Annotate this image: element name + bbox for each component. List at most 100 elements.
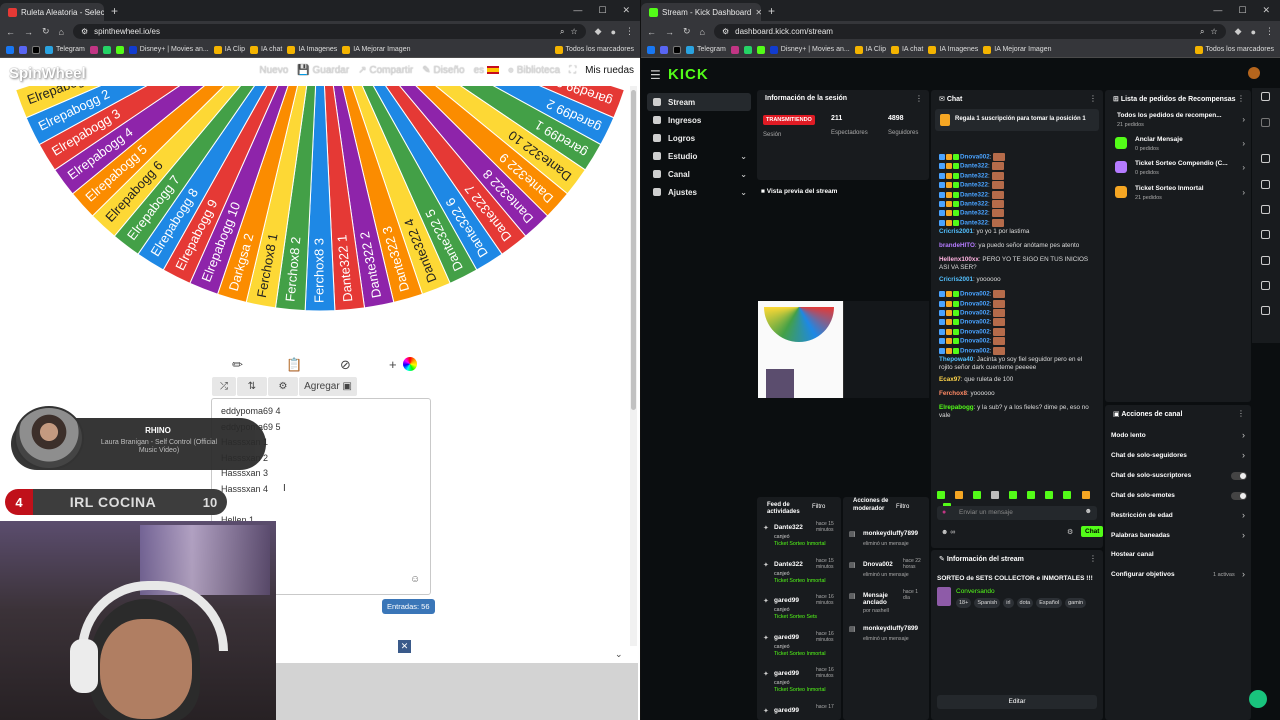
channel-action-3[interactable]: Chat de solo-emotes xyxy=(1111,492,1175,499)
edit-stream-button[interactable]: Editar xyxy=(937,695,1097,709)
rewards-menu-icon[interactable]: ⋮ xyxy=(1237,94,1245,103)
activity-user[interactable]: gared99 xyxy=(774,670,799,677)
chevron-down-icon[interactable]: ⌄ xyxy=(740,152,747,161)
chevron-right-icon[interactable]: › xyxy=(1242,188,1245,197)
list-icon[interactable] xyxy=(1261,256,1270,265)
chat-username[interactable]: Dante322 xyxy=(960,182,988,189)
close-ad-icon[interactable]: ✕ xyxy=(398,640,411,653)
channel-action-6[interactable]: Hostear canal xyxy=(1111,551,1154,558)
page-scrollbar-thumb[interactable] xyxy=(631,90,636,410)
my-wheels-button[interactable]: Mis ruedas xyxy=(585,65,634,76)
chat-username[interactable]: Hellenx100xx xyxy=(939,256,979,263)
tool-icon[interactable] xyxy=(1261,154,1270,163)
reward-name[interactable]: Todos los pedidos de recompen... xyxy=(1117,112,1222,119)
instagram-icon[interactable] xyxy=(730,45,739,54)
forward-icon[interactable]: → xyxy=(665,27,674,37)
stream-info-menu-icon[interactable]: ⋮ xyxy=(1089,554,1097,563)
stream-tag[interactable]: irl xyxy=(1003,598,1014,608)
back-icon[interactable]: ← xyxy=(6,27,15,37)
nav-item-ingresos[interactable]: Ingresos xyxy=(647,111,751,129)
bookmark-ia-clip[interactable]: IA Clip xyxy=(854,45,886,54)
home-icon[interactable]: ⌂ xyxy=(700,27,705,37)
bookmark-ia-imagenes[interactable]: IA Imagenes xyxy=(287,45,337,54)
site-info-icon[interactable]: ⚙ xyxy=(81,27,88,36)
nav-item-estudio[interactable]: Estudio ⌄ xyxy=(647,147,751,165)
reload-icon[interactable]: ↻ xyxy=(42,26,50,37)
share-button[interactable]: ↗ Compartir xyxy=(358,65,413,76)
minimize-icon[interactable]: — xyxy=(573,5,582,16)
chevron-right-icon[interactable]: › xyxy=(1242,430,1245,440)
reload-icon[interactable]: ↻ xyxy=(683,26,691,37)
nav-item-stream[interactable]: Stream xyxy=(647,93,751,111)
x-icon[interactable] xyxy=(673,45,681,54)
nav-item-logros[interactable]: Logros xyxy=(647,129,751,147)
chat-username[interactable]: Dnova002 xyxy=(960,291,990,298)
shuffle-button[interactable]: ⤮ xyxy=(212,377,236,396)
kick-logo[interactable]: KICK xyxy=(668,66,709,83)
chat-username[interactable]: Dante322 xyxy=(960,219,988,226)
chevron-right-icon[interactable]: › xyxy=(1242,163,1245,172)
back-icon[interactable]: ← xyxy=(647,27,656,37)
chat-username[interactable]: Dnova002 xyxy=(960,319,990,326)
bookmark-telegram[interactable]: Telegram xyxy=(686,45,726,54)
chat-username[interactable]: Dnova002 xyxy=(960,328,990,335)
chat-username[interactable]: Elrepabogg xyxy=(939,404,974,411)
chat-username[interactable]: brandeHITO xyxy=(939,242,975,249)
chat-user-icon[interactable]: ☻ ∞ xyxy=(941,529,955,536)
language-select[interactable]: es xyxy=(474,65,499,76)
close-window-icon[interactable]: ✕ xyxy=(1262,5,1270,16)
add-color-icon[interactable]: + xyxy=(389,357,397,372)
shield-icon[interactable] xyxy=(1261,306,1270,315)
chat-username[interactable]: Dante322 xyxy=(960,163,988,170)
activity-user[interactable]: Dante322 xyxy=(774,561,803,568)
kick-icon[interactable] xyxy=(756,45,765,54)
activity-user[interactable]: gared99 xyxy=(774,634,799,641)
close-tab-icon[interactable]: ✕ xyxy=(755,8,761,17)
add-button[interactable]: Agregar ▣ xyxy=(299,377,357,396)
nav-item-canal[interactable]: Canal ⌄ xyxy=(647,165,751,183)
chat-username[interactable]: Cricris2001 xyxy=(939,228,973,235)
channel-action-2[interactable]: Chat de solo-suscriptores xyxy=(1111,472,1191,479)
facebook-icon[interactable] xyxy=(647,45,655,54)
toggle-switch[interactable] xyxy=(1231,491,1247,500)
stream-preview-video[interactable] xyxy=(758,301,929,398)
emoji-icon[interactable]: ☺ xyxy=(410,574,420,585)
home-icon[interactable]: ⌂ xyxy=(59,27,64,37)
chat-username[interactable]: Ecax97 xyxy=(939,376,961,383)
maximize-icon[interactable]: ☐ xyxy=(1238,5,1246,16)
chat-username[interactable]: Dante322 xyxy=(960,191,988,198)
chevron-down-icon[interactable]: ⌄ xyxy=(740,188,747,197)
chevron-right-icon[interactable]: › xyxy=(1242,450,1245,460)
bookmark-ia-chat[interactable]: IA chat xyxy=(249,45,282,54)
chat-username[interactable]: Dante322 xyxy=(960,210,988,217)
menu-dots-icon[interactable]: ⋮ xyxy=(625,26,634,37)
chevron-right-icon[interactable]: › xyxy=(1242,569,1245,579)
chat-username[interactable]: Dnova002 xyxy=(960,300,990,307)
stream-tag[interactable]: dota xyxy=(1016,598,1034,608)
user-avatar[interactable] xyxy=(1248,67,1260,79)
bookmark-ia-chat[interactable]: IA chat xyxy=(890,45,923,54)
extensions-icon[interactable]: ◆ xyxy=(595,26,602,37)
chat-send-button[interactable]: Chat xyxy=(1081,526,1104,537)
sort-button[interactable]: ⇅ xyxy=(237,377,267,396)
library-button[interactable]: ● Biblioteca xyxy=(508,65,560,76)
key-icon[interactable] xyxy=(1261,281,1270,290)
stream-category[interactable]: Conversando xyxy=(956,588,995,595)
chevron-down-icon[interactable]: ⌄ xyxy=(615,649,623,660)
tool-icon[interactable] xyxy=(1261,92,1270,101)
channel-action-4[interactable]: Restricción de edad xyxy=(1111,512,1173,519)
chevron-right-icon[interactable]: › xyxy=(1242,139,1245,148)
profile-icon[interactable]: ● xyxy=(1251,27,1256,37)
chat-username[interactable]: Dante322 xyxy=(960,201,988,208)
url-field[interactable]: ⚙ dashboard.kick.com/stream ⌕ ☆ xyxy=(713,24,1226,39)
mod-user[interactable]: monkeydluffy7899 xyxy=(863,625,925,632)
new-tab-icon[interactable]: + xyxy=(768,4,775,18)
discord-icon[interactable] xyxy=(660,45,668,54)
channel-action-7[interactable]: Configurar objetivos xyxy=(1111,571,1175,578)
bookmark-ia-imagenes[interactable]: IA Imagenes xyxy=(928,45,978,54)
x-icon[interactable] xyxy=(32,45,40,54)
zoom-icon[interactable]: ⌕ xyxy=(560,27,564,37)
chat-username[interactable]: Thepowa40 xyxy=(939,356,973,363)
chevron-down-icon[interactable]: ⌄ xyxy=(740,170,747,179)
chevron-right-icon[interactable]: › xyxy=(1242,115,1245,124)
